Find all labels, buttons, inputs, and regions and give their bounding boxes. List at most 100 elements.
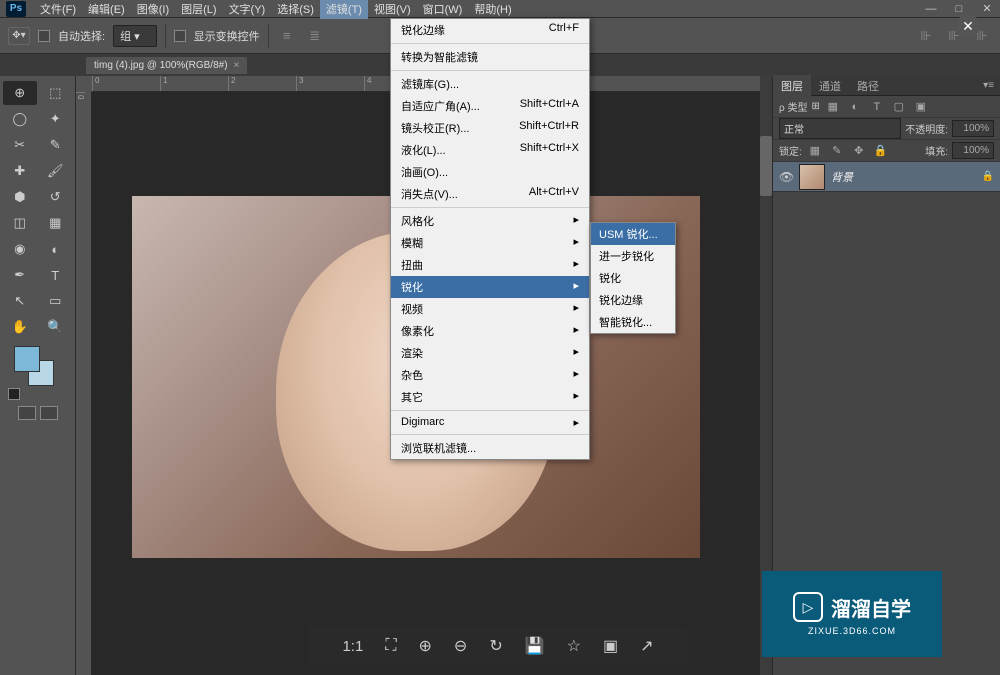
eyedropper-tool[interactable]: ✎ (39, 133, 73, 157)
menu-item-stylize[interactable]: 风格化▸ (391, 210, 589, 232)
menu-view[interactable]: 视图(V) (368, 0, 417, 19)
info-icon[interactable]: ▣ (603, 636, 618, 656)
menu-item-liquify[interactable]: 液化(L)...Shift+Ctrl+X (391, 139, 589, 161)
filter-pixel-icon[interactable]: ▦ (824, 99, 842, 115)
menu-item-other[interactable]: 其它▸ (391, 386, 589, 408)
hand-tool[interactable]: ✋ (3, 315, 37, 339)
menu-item-digimarc[interactable]: Digimarc▸ (391, 413, 589, 432)
path-tool[interactable]: ↖ (3, 289, 37, 313)
menu-type[interactable]: 文字(Y) (223, 0, 272, 19)
zoom-ratio-button[interactable]: 1:1 (342, 638, 363, 655)
share-icon[interactable]: ↗ (640, 636, 653, 656)
filter-smart-icon[interactable]: ▣ (912, 99, 930, 115)
menu-item-noise[interactable]: 杂色▸ (391, 364, 589, 386)
menu-help[interactable]: 帮助(H) (468, 0, 517, 19)
marquee-tool[interactable]: ⬚ (39, 81, 73, 105)
menu-item-browse-online[interactable]: 浏览联机滤镜... (391, 437, 589, 459)
filter-type-icon[interactable]: T (868, 99, 886, 115)
filter-adjust-icon[interactable]: ◐ (846, 99, 864, 115)
fit-screen-icon[interactable]: ⛶ (385, 637, 396, 655)
stamp-tool[interactable]: ⬢ (3, 185, 37, 209)
menu-item-blur[interactable]: 模糊▸ (391, 232, 589, 254)
menu-item-lens-correct[interactable]: 镜头校正(R)...Shift+Ctrl+R (391, 117, 589, 139)
blur-tool[interactable]: ◉ (3, 237, 37, 261)
submenu-sharpen-more[interactable]: 进一步锐化 (591, 245, 675, 267)
menu-item-filter-gallery[interactable]: 滤镜库(G)... (391, 73, 589, 95)
menu-filter[interactable]: 滤镜(T) (320, 0, 368, 19)
menu-item-render[interactable]: 渲染▸ (391, 342, 589, 364)
history-brush-tool[interactable]: ↺ (39, 185, 73, 209)
lasso-tool[interactable]: ◯ (3, 107, 37, 131)
submenu-smart-sharpen[interactable]: 智能锐化... (591, 311, 675, 333)
zoom-tool[interactable]: 🔍 (39, 315, 73, 339)
lock-transparency-icon[interactable]: ▦ (806, 143, 824, 159)
menu-image[interactable]: 图像(I) (131, 0, 175, 19)
save-icon[interactable]: 💾 (525, 636, 545, 656)
favorite-icon[interactable]: ☆ (567, 636, 581, 656)
tab-paths[interactable]: 路径 (849, 75, 887, 97)
gradient-tool[interactable]: ▦ (39, 211, 73, 235)
menu-layer[interactable]: 图层(L) (175, 0, 222, 19)
zoom-in-icon[interactable]: ⊕ (419, 636, 432, 656)
tab-layers[interactable]: 图层 (773, 75, 811, 97)
menu-item-sharpen-edges[interactable]: 锐化边缘Ctrl+F (391, 19, 589, 41)
submenu-sharpen-edges[interactable]: 锐化边缘 (591, 289, 675, 311)
maximize-button[interactable]: □ (952, 2, 966, 16)
menu-file[interactable]: 文件(F) (34, 0, 82, 19)
close-button[interactable]: ✕ (980, 2, 994, 16)
auto-select-dropdown[interactable]: 组 ▾ (113, 25, 157, 47)
crop-tool[interactable]: ✂ (3, 133, 37, 157)
shape-tool[interactable]: ▭ (39, 289, 73, 313)
layer-item[interactable]: 👁 背景 🔒 (773, 162, 1000, 192)
color-swatches[interactable] (14, 346, 54, 386)
menu-select[interactable]: 选择(S) (271, 0, 320, 19)
heal-tool[interactable]: ✚ (3, 159, 37, 183)
opacity-value[interactable]: 100% (952, 120, 994, 137)
layer-name-label[interactable]: 背景 (831, 169, 976, 185)
rotate-icon[interactable]: ↻ (489, 636, 502, 656)
minimize-button[interactable]: — (924, 2, 938, 16)
menu-item-sharpen[interactable]: 锐化▸ (391, 276, 589, 298)
type-tool[interactable]: T (39, 263, 73, 287)
menu-item-convert-smart[interactable]: 转换为智能滤镜 (391, 46, 589, 68)
auto-select-checkbox[interactable] (38, 30, 50, 42)
filter-dropdown-icon[interactable]: ⊞ (811, 101, 819, 112)
close-tab-icon[interactable]: × (234, 60, 240, 71)
layer-thumbnail[interactable] (799, 164, 825, 190)
menu-window[interactable]: 窗口(W) (417, 0, 469, 19)
distribute-icon[interactable]: ⊪ (916, 26, 936, 46)
menu-item-video[interactable]: 视频▸ (391, 298, 589, 320)
pen-tool[interactable]: ✒ (3, 263, 37, 287)
align-icon[interactable]: ≣ (305, 26, 325, 46)
menu-item-distort[interactable]: 扭曲▸ (391, 254, 589, 276)
menu-item-oil-paint[interactable]: 油画(O)... (391, 161, 589, 183)
lock-paint-icon[interactable]: ✎ (828, 143, 846, 159)
submenu-sharpen[interactable]: 锐化 (591, 267, 675, 289)
zoom-out-icon[interactable]: ⊖ (454, 636, 467, 656)
tab-channels[interactable]: 通道 (811, 75, 849, 97)
brush-tool[interactable]: 🖌 (39, 159, 73, 183)
lock-all-icon[interactable]: 🔒 (872, 143, 890, 159)
eraser-tool[interactable]: ◫ (3, 211, 37, 235)
show-transform-checkbox[interactable] (174, 30, 186, 42)
menu-item-pixelate[interactable]: 像素化▸ (391, 320, 589, 342)
panel-menu-icon[interactable]: ▾≡ (977, 80, 1000, 91)
wand-tool[interactable]: ✦ (39, 107, 73, 131)
quick-mask-icon[interactable] (18, 406, 36, 420)
foreground-color-swatch[interactable] (14, 346, 40, 372)
scrollbar-thumb[interactable] (760, 136, 772, 196)
lock-position-icon[interactable]: ✥ (850, 143, 868, 159)
blend-mode-dropdown[interactable]: 正常 (779, 118, 901, 139)
move-tool[interactable]: ⊕ (3, 81, 37, 105)
align-icon[interactable]: ≡ (277, 26, 297, 46)
fill-value[interactable]: 100% (952, 142, 994, 159)
close-overlay-button[interactable]: ✕ (956, 14, 980, 38)
move-tool-icon[interactable]: ✥▾ (8, 27, 30, 45)
menu-item-vanishing-point[interactable]: 消失点(V)...Alt+Ctrl+V (391, 183, 589, 205)
dodge-tool[interactable]: ◐ (39, 237, 73, 261)
default-colors-icon[interactable] (8, 388, 20, 400)
document-tab[interactable]: timg (4).jpg @ 100%(RGB/8#) × (86, 57, 247, 74)
screen-mode-icon[interactable] (40, 406, 58, 420)
menu-item-adaptive-wide[interactable]: 自适应广角(A)...Shift+Ctrl+A (391, 95, 589, 117)
visibility-icon[interactable]: 👁 (779, 170, 793, 184)
